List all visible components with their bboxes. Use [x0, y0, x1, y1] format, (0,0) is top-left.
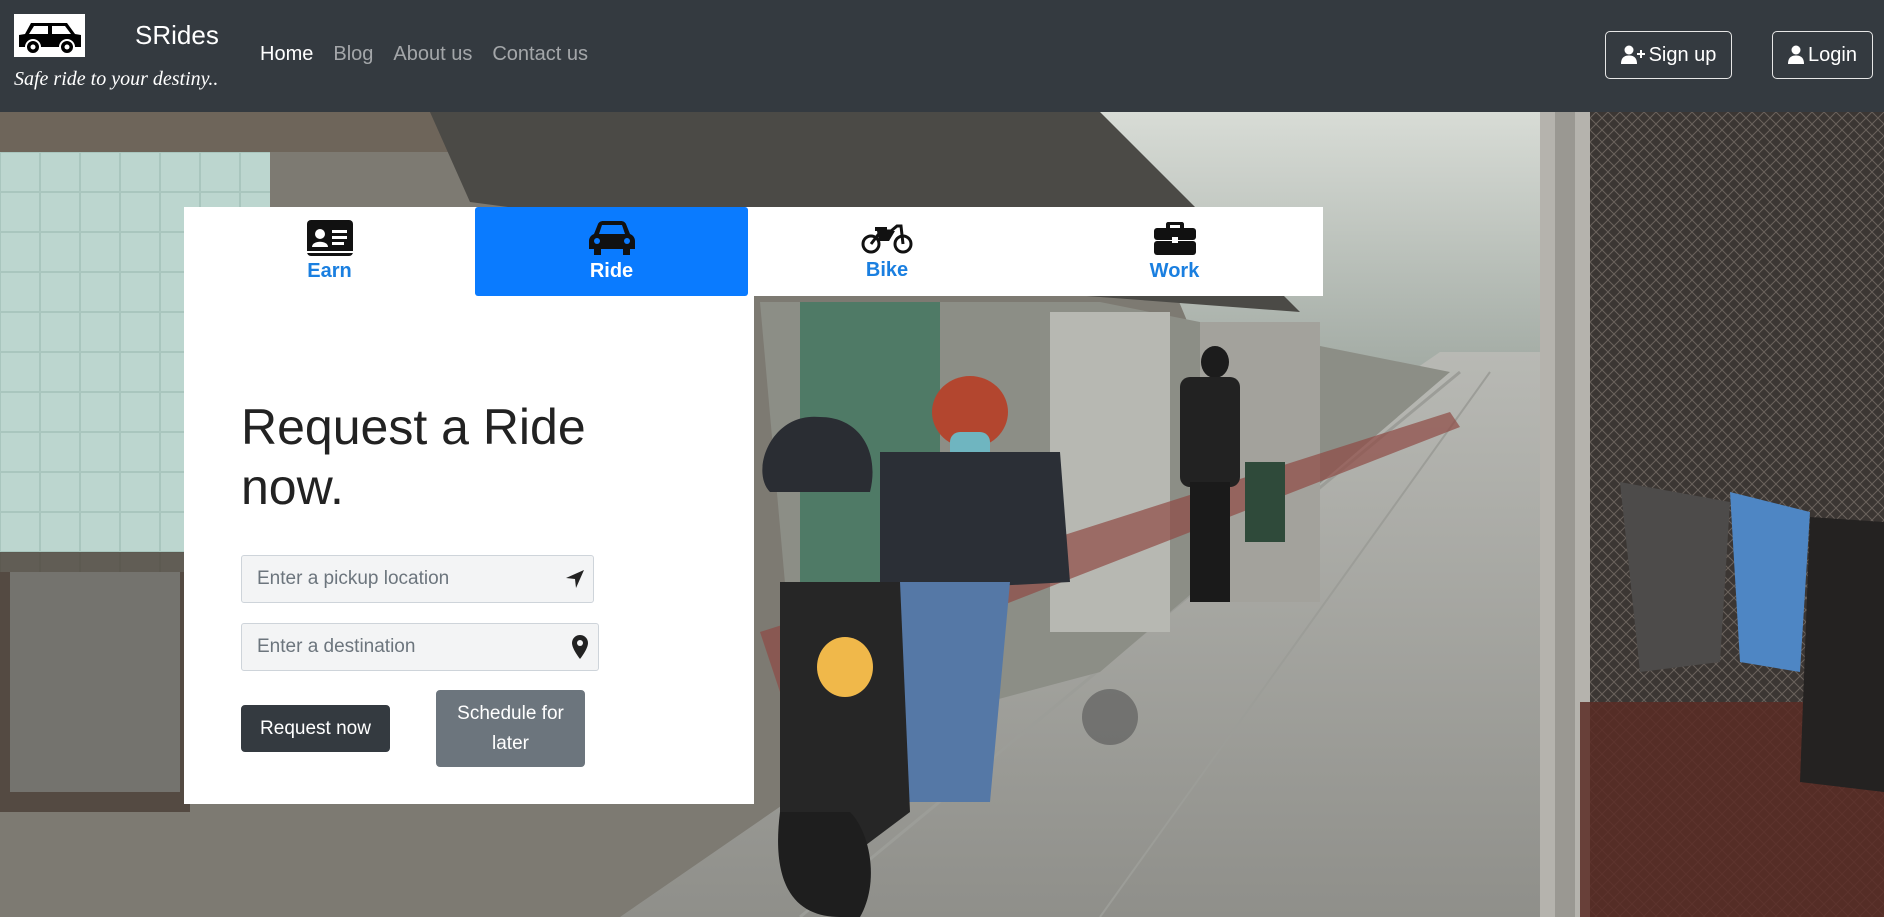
pickup-input[interactable] [242, 556, 557, 602]
signup-button[interactable]: Sign up [1605, 31, 1732, 79]
login-label: Login [1808, 43, 1857, 66]
map-marker-icon[interactable] [562, 635, 598, 659]
request-ride-card: Request a Ride now. Request now Schedule… [184, 296, 754, 804]
nav-link-contact[interactable]: Contact us [492, 43, 588, 66]
tab-ride[interactable]: Ride [475, 207, 748, 296]
tab-label-earn: Earn [307, 260, 352, 282]
tab-work[interactable]: Work [1026, 207, 1323, 296]
tab-label-bike: Bike [865, 259, 909, 281]
brand-tagline: Safe ride to your destiny.. [14, 68, 219, 90]
nav-link-about[interactable]: About us [393, 43, 472, 66]
brand-name[interactable]: SRides [135, 20, 219, 51]
navbar: SRides Safe ride to your destiny.. Home … [0, 0, 1884, 112]
location-arrow-icon[interactable] [557, 569, 593, 589]
signup-label: Sign up [1648, 43, 1717, 66]
destination-input[interactable] [242, 624, 562, 670]
id-card-icon [306, 220, 353, 256]
user-plus-icon [1620, 45, 1645, 64]
tab-label-work: Work [1149, 260, 1200, 282]
car-icon [588, 221, 635, 255]
tab-earn[interactable]: Earn [184, 207, 475, 296]
tab-label-ride: Ride [589, 260, 634, 282]
request-now-button[interactable]: Request now [241, 705, 390, 752]
nav-link-home[interactable]: Home [260, 43, 313, 66]
login-button[interactable]: Login [1772, 31, 1873, 79]
card-title: Request a Ride now. [241, 399, 586, 515]
nav-links: Home Blog About us Contact us [260, 43, 588, 66]
pickup-field[interactable] [241, 555, 594, 603]
car-icon [18, 22, 81, 55]
tab-bike[interactable]: Bike [748, 207, 1026, 296]
briefcase-icon [1153, 222, 1196, 255]
user-icon [1788, 45, 1805, 64]
nav-link-blog[interactable]: Blog [333, 43, 373, 66]
motorcycle-icon [861, 224, 913, 254]
schedule-later-button[interactable]: Schedule for later [436, 690, 585, 767]
service-tabs: Earn Ride Bike Work [184, 207, 1323, 296]
destination-field[interactable] [241, 623, 599, 671]
brand-logo[interactable] [14, 14, 85, 57]
